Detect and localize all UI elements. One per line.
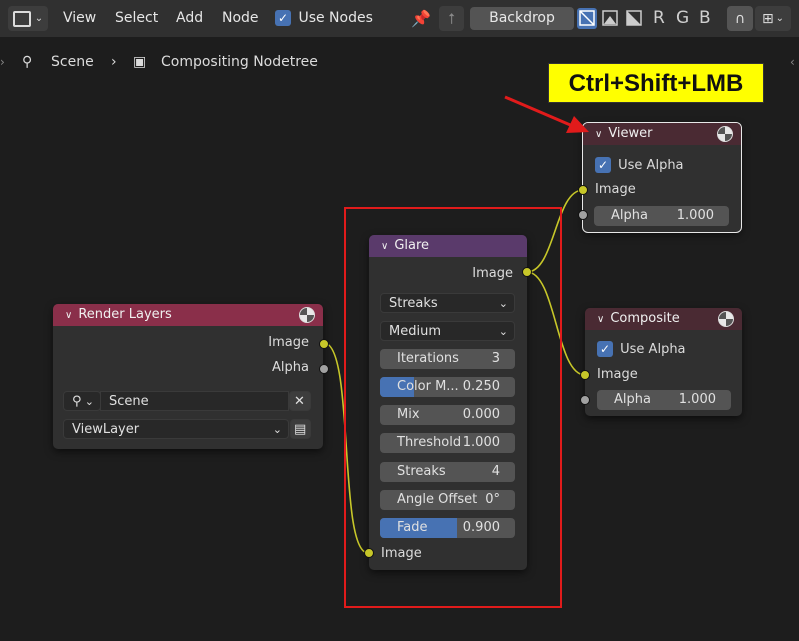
preview-sphere-icon (299, 307, 315, 323)
chevron-down-icon: ∨ (595, 129, 603, 140)
render-layers-alpha-socket[interactable] (319, 364, 329, 374)
render-layer-icon: ▤ (294, 422, 307, 437)
alpha-label: Alpha (614, 392, 651, 407)
composite-node[interactable]: ∨ Composite ✓ Use Alpha Image Alpha 1.000 (585, 308, 742, 416)
highlight-box (344, 207, 562, 608)
composite-title: Composite (610, 311, 680, 326)
composite-alpha-socket[interactable] (580, 395, 590, 405)
preview-sphere-icon (718, 311, 734, 327)
viewer-title: Viewer (608, 126, 653, 141)
unlink-scene-button[interactable]: ✕ (289, 391, 311, 411)
render-layers-node[interactable]: ∨ Render Layers Image Alpha ⚲ ⌄ Scene ✕ Vi… (53, 304, 323, 449)
viewer-image-socket[interactable] (578, 185, 588, 195)
composite-header[interactable]: ∨ Composite (585, 308, 742, 330)
viewer-node[interactable]: ∨ Viewer ✓ Use Alpha Image Alpha 1.000 (582, 122, 742, 233)
use-alpha-label: Use Alpha (620, 341, 686, 357)
checkbox-checked-icon: ✓ (595, 157, 611, 173)
checkbox-checked-icon: ✓ (597, 341, 613, 357)
render-layers-header[interactable]: ∨ Render Layers (53, 304, 323, 326)
output-image-label: Image (268, 335, 309, 350)
shortcut-annotation: Ctrl+Shift+LMB (548, 63, 764, 103)
chevron-down-icon: ⌄ (84, 395, 94, 408)
scene-name-field[interactable]: Scene (100, 391, 289, 411)
chevron-down-icon: ∨ (597, 314, 605, 325)
use-alpha-label: Use Alpha (618, 157, 684, 173)
alpha-label: Alpha (611, 208, 648, 223)
alpha-value: 1.000 (676, 208, 714, 223)
scene-icon: ⚲ (72, 394, 82, 409)
input-image-label: Image (597, 367, 638, 382)
composite-alpha-field[interactable]: Alpha 1.000 (597, 390, 731, 410)
chevron-down-icon: ⌄ (272, 423, 282, 436)
render-layers-title: Render Layers (78, 307, 172, 322)
render-layer-button[interactable]: ▤ (290, 419, 311, 439)
input-image-label: Image (595, 182, 636, 197)
close-icon: ✕ (294, 394, 305, 409)
viewer-use-alpha-toggle[interactable]: ✓ Use Alpha (595, 157, 684, 173)
view-layer-label: ViewLayer (72, 422, 140, 437)
scene-selector-button[interactable]: ⚲ ⌄ (63, 391, 101, 411)
composite-image-socket[interactable] (580, 370, 590, 380)
viewer-alpha-socket[interactable] (578, 210, 588, 220)
chevron-down-icon: ∨ (65, 310, 73, 321)
viewer-alpha-field[interactable]: Alpha 1.000 (594, 206, 729, 226)
render-layers-image-socket[interactable] (319, 339, 329, 349)
alpha-value: 1.000 (678, 392, 716, 407)
output-alpha-label: Alpha (272, 360, 309, 375)
preview-sphere-icon (717, 126, 733, 142)
viewer-header[interactable]: ∨ Viewer (583, 123, 741, 145)
composite-use-alpha-toggle[interactable]: ✓ Use Alpha (597, 341, 686, 357)
view-layer-dropdown[interactable]: ViewLayer ⌄ (63, 419, 289, 439)
